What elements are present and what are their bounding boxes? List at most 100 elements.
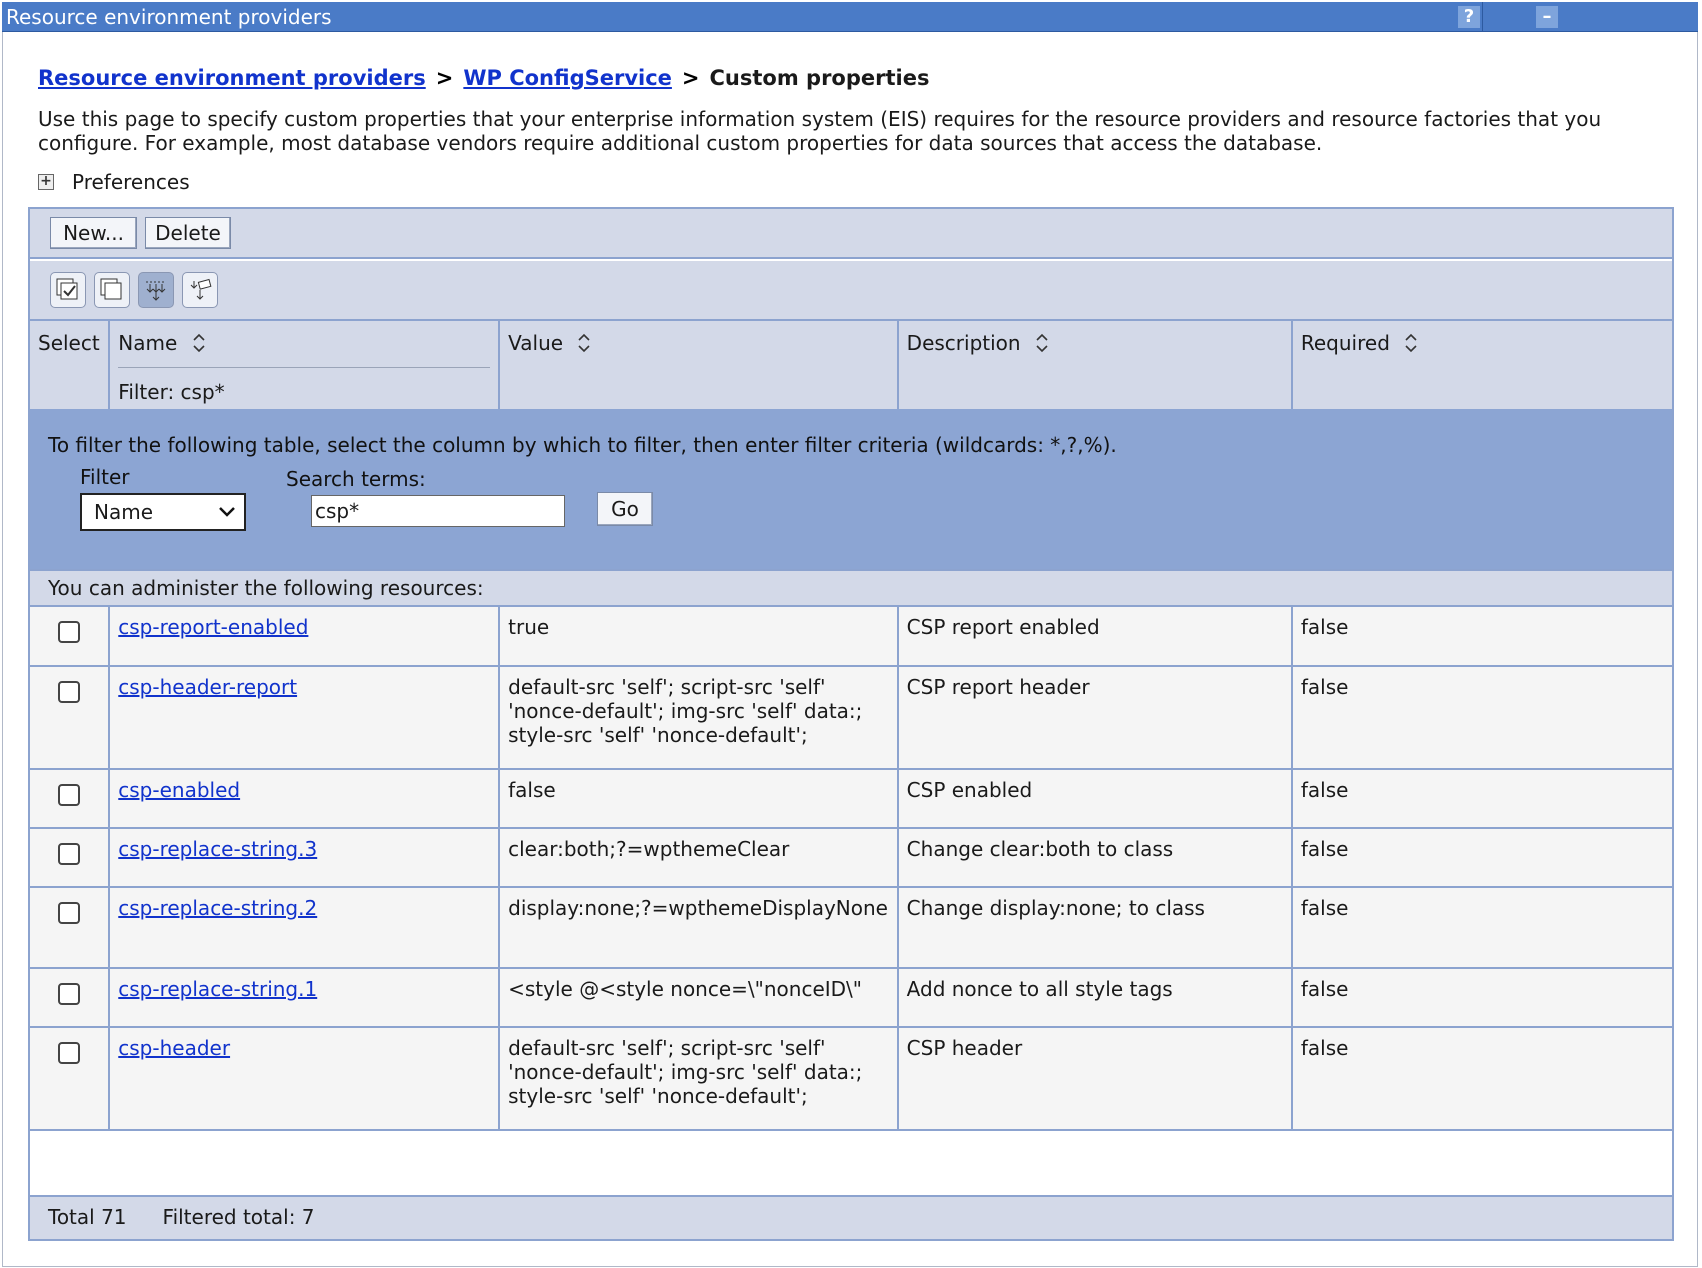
value-cell: false xyxy=(499,769,899,829)
property-name-link[interactable]: csp-enabled xyxy=(118,778,240,802)
row-select-cell[interactable] xyxy=(30,1027,111,1131)
column-header-value[interactable]: Value xyxy=(499,321,899,414)
name-cell: csp-enabled xyxy=(109,769,501,829)
table-row: csp-header default-src 'self'; script-sr… xyxy=(30,1027,1672,1131)
required-cell: false xyxy=(1291,887,1672,969)
row-checkbox[interactable] xyxy=(58,902,81,924)
row-checkbox[interactable] xyxy=(58,983,81,1005)
deselect-all-icon[interactable] xyxy=(94,272,130,308)
column-header-required[interactable]: Required xyxy=(1291,321,1672,414)
table-row: csp-replace-string.1 <style @<style nonc… xyxy=(30,968,1672,1028)
sort-icon[interactable] xyxy=(1404,332,1418,354)
filtered-total-count: Filtered total: 7 xyxy=(162,1205,315,1229)
value-cell: default-src 'self'; script-src 'self' 'n… xyxy=(499,666,899,770)
filter-panel: To filter the following table, select th… xyxy=(30,409,1672,569)
filter-column-select[interactable]: Name xyxy=(80,493,246,531)
property-name-link[interactable]: csp-replace-string.3 xyxy=(118,837,317,861)
resources-panel: New... Delete Select Name Filter: csp* V… xyxy=(28,207,1674,1241)
value-cell: default-src 'self'; script-src 'self' 'n… xyxy=(499,1027,899,1131)
chevron-down-icon[interactable] xyxy=(218,505,236,519)
description-cell: CSP header xyxy=(897,1027,1293,1131)
page-description: Use this page to specify custom properti… xyxy=(38,107,1602,155)
column-label-description[interactable]: Description xyxy=(907,331,1021,355)
clear-filter-icon[interactable] xyxy=(182,272,218,308)
filter-label: Filter xyxy=(80,465,130,489)
action-toolbar: New... Delete xyxy=(30,209,1672,259)
row-select-cell[interactable] xyxy=(30,968,111,1028)
value-cell: <style @<style nonce=\"nonceID\" xyxy=(499,968,899,1028)
description-cell: Add nonce to all style tags xyxy=(897,968,1293,1028)
property-name-link[interactable]: csp-replace-string.1 xyxy=(118,977,317,1001)
sort-icon[interactable] xyxy=(1035,332,1049,354)
name-cell: csp-header-report xyxy=(109,666,501,770)
table-footer: Total 71 Filtered total: 7 xyxy=(30,1195,1672,1239)
name-cell: csp-replace-string.2 xyxy=(109,887,501,969)
property-name-link[interactable]: csp-report-enabled xyxy=(118,615,308,639)
sort-icon[interactable] xyxy=(577,332,591,354)
column-header-select: Select xyxy=(30,321,111,414)
required-cell: false xyxy=(1291,666,1672,770)
name-cell: csp-report-enabled xyxy=(109,607,501,667)
row-select-cell[interactable] xyxy=(30,828,111,888)
table-header: Select Name Filter: csp* Value Descripti… xyxy=(30,321,1672,414)
window-title: Resource environment providers xyxy=(6,5,332,29)
filter-selected-value[interactable]: Name xyxy=(94,500,153,524)
column-header-name[interactable]: Name Filter: csp* xyxy=(109,321,501,414)
row-select-cell[interactable] xyxy=(30,887,111,969)
property-name-link[interactable]: csp-header-report xyxy=(118,675,297,699)
table-row: csp-enabled false CSP enabled false xyxy=(30,769,1672,829)
description-cell: Change clear:both to class xyxy=(897,828,1293,888)
go-button[interactable]: Go xyxy=(597,492,653,526)
required-cell: false xyxy=(1291,607,1672,667)
new-button[interactable]: New... xyxy=(50,217,137,249)
property-name-link[interactable]: csp-replace-string.2 xyxy=(118,896,317,920)
table-row: csp-report-enabled true CSP report enabl… xyxy=(30,607,1672,667)
name-cell: csp-header xyxy=(109,1027,501,1131)
minimize-icon[interactable]: – xyxy=(1536,6,1558,28)
select-all-icon[interactable] xyxy=(50,272,86,308)
breadcrumb-link-wp-configservice[interactable]: WP ConfigService xyxy=(463,66,672,90)
total-count: Total 71 xyxy=(48,1205,127,1229)
question-icon[interactable]: ? xyxy=(1458,6,1480,28)
row-select-cell[interactable] xyxy=(30,607,111,667)
description-cell: CSP enabled xyxy=(897,769,1293,829)
column-label-required[interactable]: Required xyxy=(1301,331,1390,355)
row-checkbox[interactable] xyxy=(58,843,81,865)
expand-plus-icon[interactable]: + xyxy=(38,174,54,190)
name-cell: csp-replace-string.3 xyxy=(109,828,501,888)
name-cell: csp-replace-string.1 xyxy=(109,968,501,1028)
column-label-value[interactable]: Value xyxy=(508,331,563,355)
sort-icon[interactable] xyxy=(192,332,206,354)
column-label-select: Select xyxy=(38,331,100,355)
required-cell: false xyxy=(1291,828,1672,888)
row-checkbox[interactable] xyxy=(58,784,81,806)
breadcrumb-separator: > xyxy=(681,66,700,90)
column-label-name[interactable]: Name xyxy=(118,331,177,355)
row-checkbox[interactable] xyxy=(58,681,81,703)
property-name-link[interactable]: csp-header xyxy=(118,1036,230,1060)
search-terms-label: Search terms: xyxy=(286,467,426,491)
row-select-cell[interactable] xyxy=(30,666,111,770)
search-terms-input[interactable]: csp* xyxy=(311,495,565,527)
description-cell: Change display:none; to class xyxy=(897,887,1293,969)
value-cell: display:none;?=wpthemeDisplayNone xyxy=(499,887,899,969)
row-select-cell[interactable] xyxy=(30,769,111,829)
delete-button[interactable]: Delete xyxy=(145,217,231,249)
preferences-label[interactable]: Preferences xyxy=(72,170,190,194)
resources-table: csp-report-enabled true CSP report enabl… xyxy=(30,607,1672,1131)
breadcrumb: Resource environment providers > WP Config… xyxy=(38,66,929,90)
active-filter-label: Filter: csp* xyxy=(118,367,491,404)
required-cell: false xyxy=(1291,968,1672,1028)
preferences-toggle[interactable]: + Preferences xyxy=(38,170,190,194)
value-cell: clear:both;?=wpthemeClear xyxy=(499,828,899,888)
required-cell: false xyxy=(1291,1027,1672,1131)
row-checkbox[interactable] xyxy=(58,621,81,643)
filter-instructions: To filter the following table, select th… xyxy=(48,433,1117,457)
icon-toolbar xyxy=(30,261,1672,321)
breadcrumb-link-resource-env-providers[interactable]: Resource environment providers xyxy=(38,66,426,90)
description-cell: CSP report header xyxy=(897,666,1293,770)
show-filter-icon[interactable] xyxy=(138,272,174,308)
table-row: csp-replace-string.2 display:none;?=wpth… xyxy=(30,887,1672,969)
row-checkbox[interactable] xyxy=(58,1042,81,1064)
column-header-description[interactable]: Description xyxy=(897,321,1293,414)
